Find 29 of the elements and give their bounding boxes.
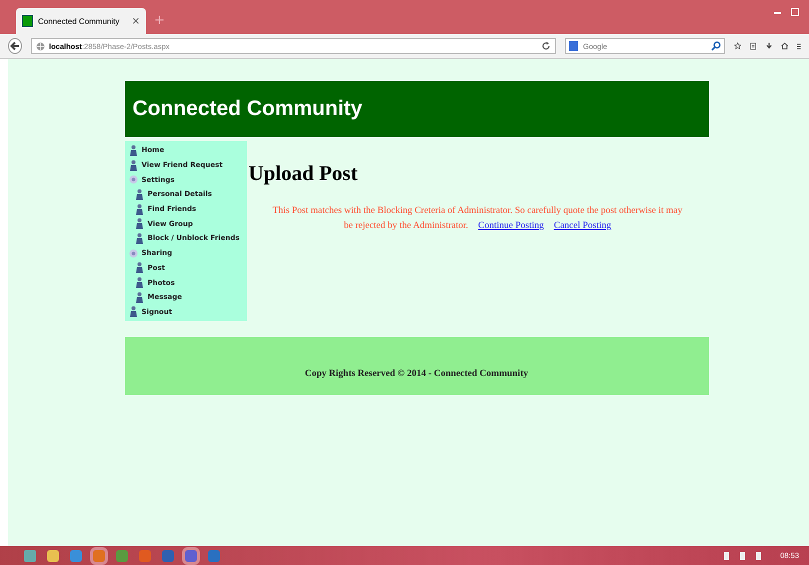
person-icon (134, 204, 144, 215)
globe-icon (36, 42, 45, 50)
warning-message: This Post matches with the Blocking Creteria of Administrator. So carefully quote the post otherwise it may be rejected by the Administrator. Continue Posting Cancel Posting (272, 205, 684, 234)
browser-tab[interactable]: Connected Community × (16, 8, 146, 34)
person-icon (134, 218, 144, 230)
person-icon (134, 232, 144, 244)
home-icon[interactable] (780, 40, 788, 52)
person-icon (134, 188, 144, 200)
copyright-text: Copy Rights Reserved © 2014 - Connected Community (304, 369, 528, 380)
action-link[interactable]: Cancel Posting (554, 221, 612, 232)
search-icon[interactable] (711, 41, 721, 51)
person-icon (128, 160, 138, 171)
person-icon (128, 306, 138, 318)
favicon-icon (22, 15, 33, 27)
group-icon (128, 248, 138, 258)
group-icon (128, 175, 138, 184)
person-icon (134, 277, 144, 288)
reload-icon[interactable] (541, 41, 551, 51)
person-icon (134, 262, 144, 274)
star-icon[interactable] (734, 40, 742, 52)
person-icon (134, 292, 144, 303)
back-button[interactable] (8, 38, 22, 54)
clipboard-icon[interactable] (750, 40, 757, 52)
action-link[interactable]: Continue Posting (478, 221, 544, 232)
site-title: Connected Community (132, 97, 362, 121)
tab-title: Connected Community (38, 16, 120, 26)
page-heading: Upload Post (248, 161, 359, 186)
person-icon (128, 144, 138, 156)
close-icon[interactable]: × (132, 16, 140, 26)
